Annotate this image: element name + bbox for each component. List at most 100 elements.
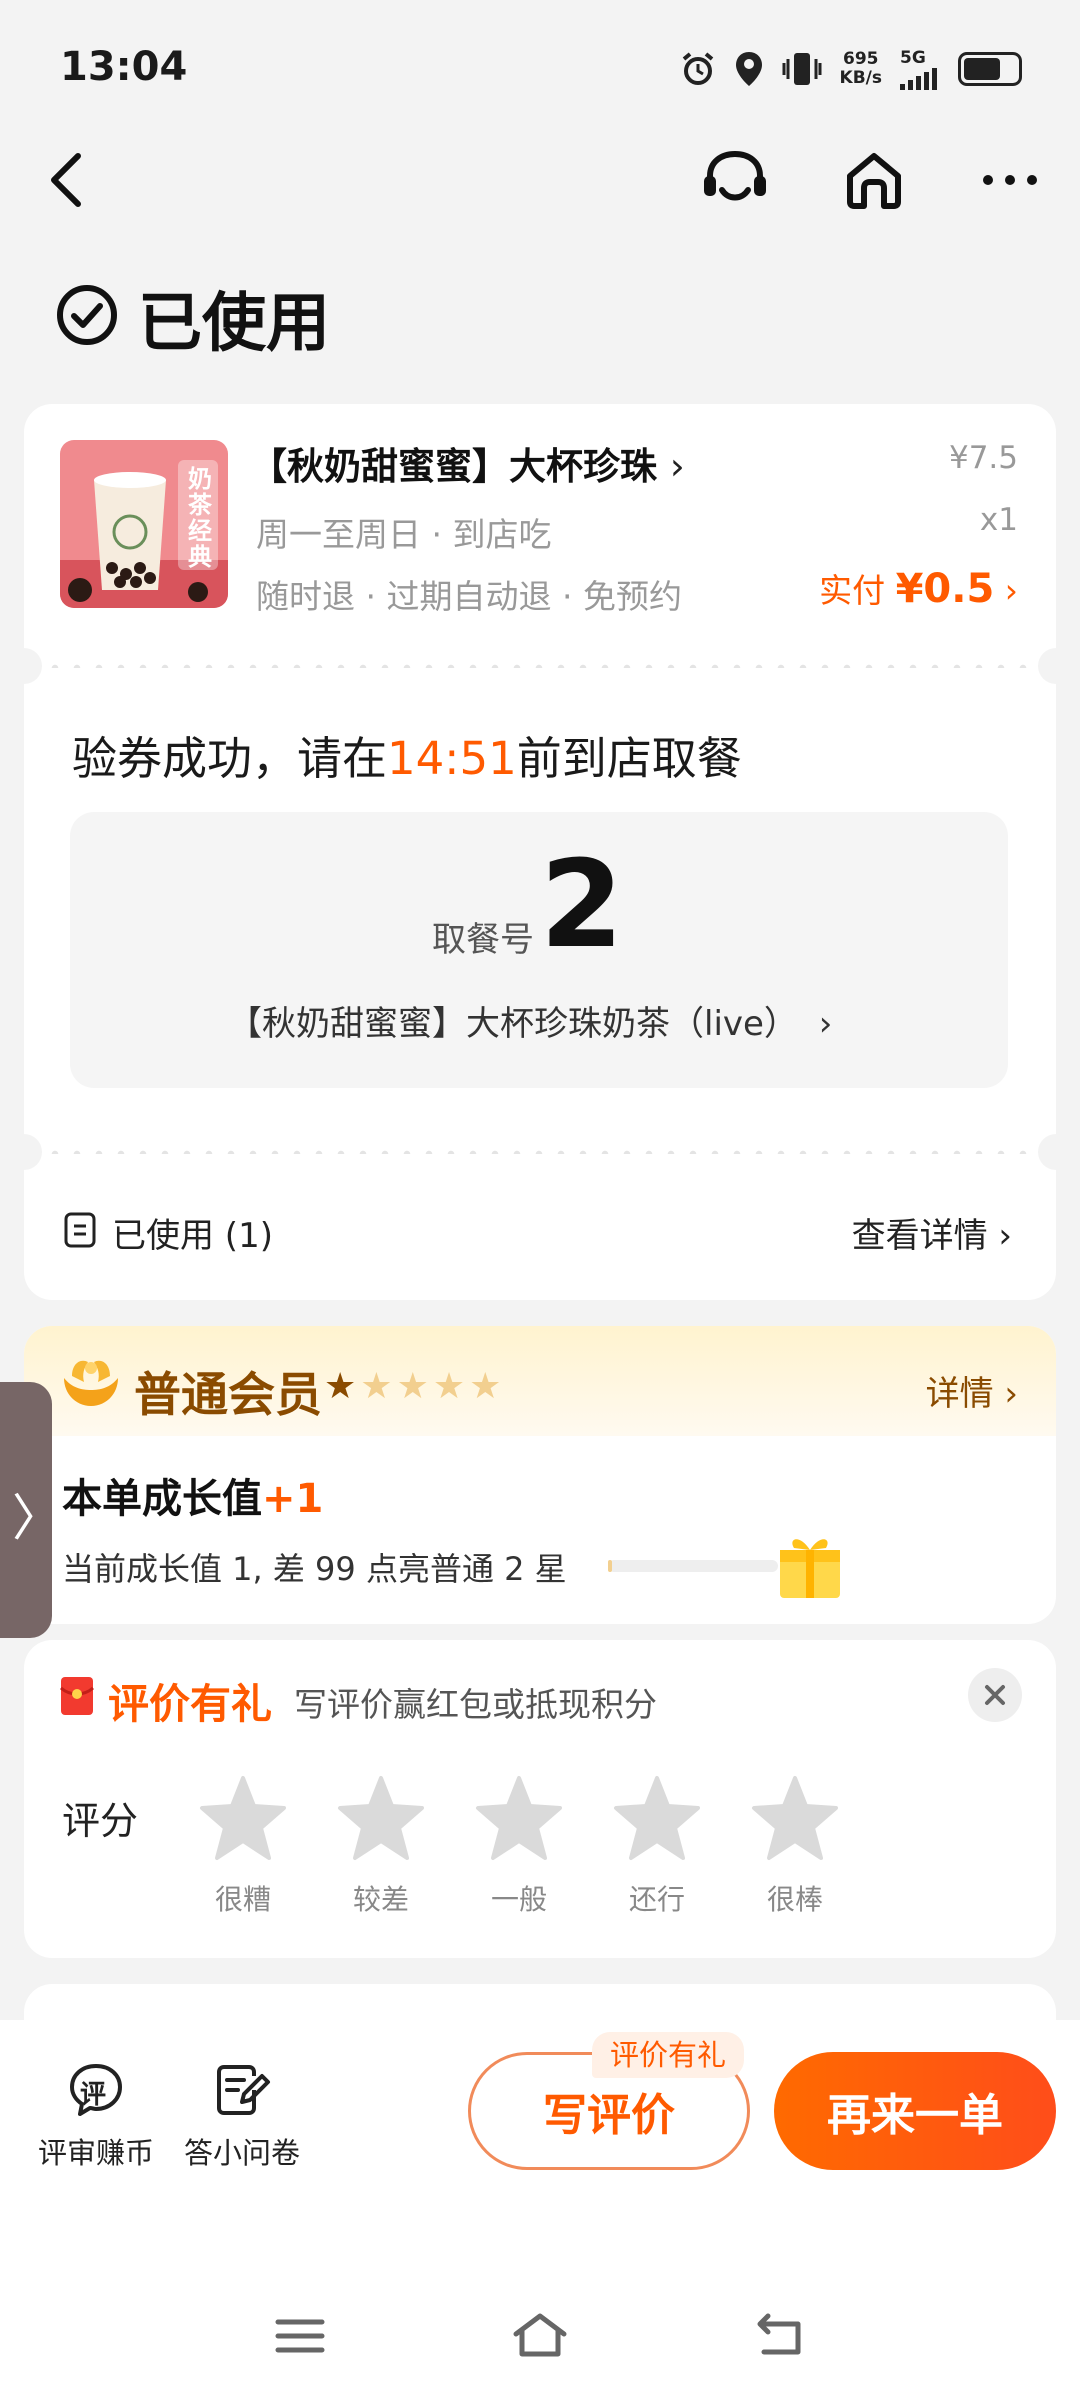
- verify-prefix: 验券成功，请在: [72, 732, 388, 785]
- star-icon: [200, 1776, 286, 1860]
- system-menu-icon[interactable]: [274, 2316, 326, 2356]
- view-detail-link[interactable]: 查看详情 ›: [852, 1208, 1012, 1257]
- questionnaire-button[interactable]: 答小问卷: [180, 2060, 304, 2172]
- pickup-number: 2: [540, 836, 624, 975]
- growth-description: 当前成长值 1, 差 99 点亮普通 2 星: [62, 1550, 567, 1588]
- review-coin-char: 评: [80, 2080, 107, 2110]
- divider-notch-left: [6, 648, 42, 684]
- star-icon: [338, 1776, 424, 1860]
- rating-star-label: 还行: [628, 1883, 685, 1916]
- chevron-right-icon: ›: [669, 445, 685, 488]
- close-icon[interactable]: [968, 1668, 1022, 1722]
- growth-progress-fill: [608, 1560, 612, 1572]
- star-icon: [614, 1776, 700, 1860]
- divider-notch-right: [1038, 1134, 1074, 1170]
- pickup-item: 【秋奶甜蜜蜜】大杯珍珠奶茶（live）: [228, 1004, 798, 1044]
- review-subtitle: 写评价赢红包或抵现积分: [294, 1685, 657, 1724]
- star-empty-icon: ★: [396, 1366, 429, 1407]
- star-filled-icon: ★: [324, 1366, 357, 1407]
- customer-service-icon[interactable]: [700, 148, 770, 212]
- rating-star-5[interactable]: 很棒: [750, 1774, 840, 1918]
- battery-icon: [958, 52, 1022, 86]
- chevron-right-icon: ›: [998, 1216, 1012, 1256]
- paid-label: 实付: [819, 571, 886, 610]
- survey-edit-icon: [217, 2065, 270, 2115]
- net-speed: 695 KB/s: [840, 50, 882, 88]
- red-packet-icon: [60, 1677, 94, 1715]
- location-icon: [735, 52, 762, 86]
- star-empty-icon: ★: [360, 1366, 393, 1407]
- product-name-link[interactable]: 【秋奶甜蜜蜜】大杯珍珠 ›: [250, 436, 685, 490]
- pickup-label: 取餐号: [432, 920, 534, 960]
- system-home-icon[interactable]: [510, 2310, 570, 2360]
- product-name: 【秋奶甜蜜蜜】大杯珍珠: [250, 445, 657, 488]
- rating-star-1[interactable]: 很糟: [198, 1774, 288, 1918]
- chevron-right-icon: ›: [1004, 571, 1018, 610]
- member-stars: ★ ★ ★ ★ ★: [324, 1366, 501, 1407]
- net-speed-unit: KB/s: [839, 68, 882, 88]
- voucher-list-icon: [64, 1212, 96, 1248]
- review-reward-tag: 评价有礼: [592, 2032, 745, 2078]
- rating-star-label: 很糟: [214, 1883, 271, 1916]
- growth-progress-bar: [608, 1560, 778, 1572]
- order-again-button[interactable]: 再来一单: [774, 2052, 1056, 2170]
- growth-title: 本单成长值+1: [62, 1466, 323, 1524]
- rating-label: 评分: [62, 1799, 139, 1843]
- questionnaire-label: 答小问卷: [183, 2136, 300, 2170]
- member-crown-icon: [64, 1360, 118, 1406]
- product-image[interactable]: 奶茶经典: [60, 440, 228, 608]
- net-speed-value: 695: [843, 49, 879, 69]
- product-image-text: 奶茶经典: [188, 465, 212, 571]
- pickup-item-link[interactable]: 【秋奶甜蜜蜜】大杯珍珠奶茶（live） ›: [228, 996, 832, 1045]
- member-detail-link[interactable]: 详情 ›: [926, 1366, 1018, 1415]
- star-icon: [476, 1776, 562, 1860]
- rating-star-4[interactable]: 还行: [612, 1774, 702, 1918]
- review-title: 评价有礼: [108, 1680, 272, 1728]
- status-time: 13:04: [60, 44, 188, 90]
- star-empty-icon: ★: [432, 1366, 466, 1407]
- signal-icon: [900, 67, 937, 90]
- paid-amount-link[interactable]: 实付 ¥0.5 ›: [819, 564, 1018, 612]
- original-price: ¥7.5: [948, 440, 1018, 476]
- quantity: x1: [979, 502, 1018, 538]
- more-icon[interactable]: [980, 160, 1040, 200]
- signal-group: 5G: [900, 47, 940, 90]
- star-empty-icon: ★: [469, 1366, 502, 1407]
- dotted-divider: [44, 664, 1036, 668]
- rating-star-label: 一般: [490, 1883, 547, 1916]
- side-tab-arrow: 〉: [12, 1489, 62, 1547]
- home-icon[interactable]: [842, 148, 906, 212]
- system-back-icon[interactable]: [754, 2310, 806, 2358]
- rating-star-2[interactable]: 较差: [336, 1774, 426, 1918]
- product-validity: 周一至周日 · 到店吃: [256, 515, 552, 554]
- review-earn-coins-label: 评审赚币: [37, 2136, 154, 2170]
- network-type: 5G: [900, 47, 926, 68]
- product-policy: 随时退 · 过期自动退 · 免预约: [256, 577, 682, 616]
- member-detail-label: 详情: [925, 1374, 994, 1414]
- star-icon: [752, 1776, 838, 1860]
- growth-title-text: 本单成长值: [62, 1476, 262, 1522]
- verify-time: 14:51: [387, 732, 517, 785]
- paid-amount: ¥0.5: [895, 566, 995, 612]
- view-detail-label: 查看详情: [851, 1216, 988, 1256]
- chevron-right-icon: ›: [818, 1004, 833, 1044]
- review-earn-coins-button[interactable]: 评 评审赚币: [34, 2060, 158, 2172]
- status-icons: 695 KB/s 5G: [680, 44, 1022, 94]
- alarm-icon: [682, 52, 713, 85]
- side-drawer-tab[interactable]: 〉: [0, 1382, 62, 1638]
- growth-plus: +1: [262, 1476, 324, 1522]
- pickup-box: [70, 812, 1008, 1088]
- rating-star-label: 很棒: [766, 1883, 823, 1916]
- dotted-divider: [44, 1150, 1036, 1154]
- back-arrow-icon[interactable]: [44, 150, 94, 210]
- gift-icon[interactable]: [776, 1528, 844, 1600]
- vibrate-icon: [782, 53, 822, 85]
- rating-star-3[interactable]: 一般: [474, 1774, 564, 1918]
- verify-message: 验券成功，请在14:51前到店取餐: [72, 722, 742, 787]
- rating-star-label: 较差: [352, 1883, 409, 1916]
- page-title: 已使用: [138, 287, 330, 361]
- used-count: 已使用 (1): [112, 1216, 273, 1256]
- divider-notch-left: [6, 1134, 42, 1170]
- check-circle-icon: [57, 285, 117, 345]
- member-level: 普通会员: [134, 1368, 322, 1423]
